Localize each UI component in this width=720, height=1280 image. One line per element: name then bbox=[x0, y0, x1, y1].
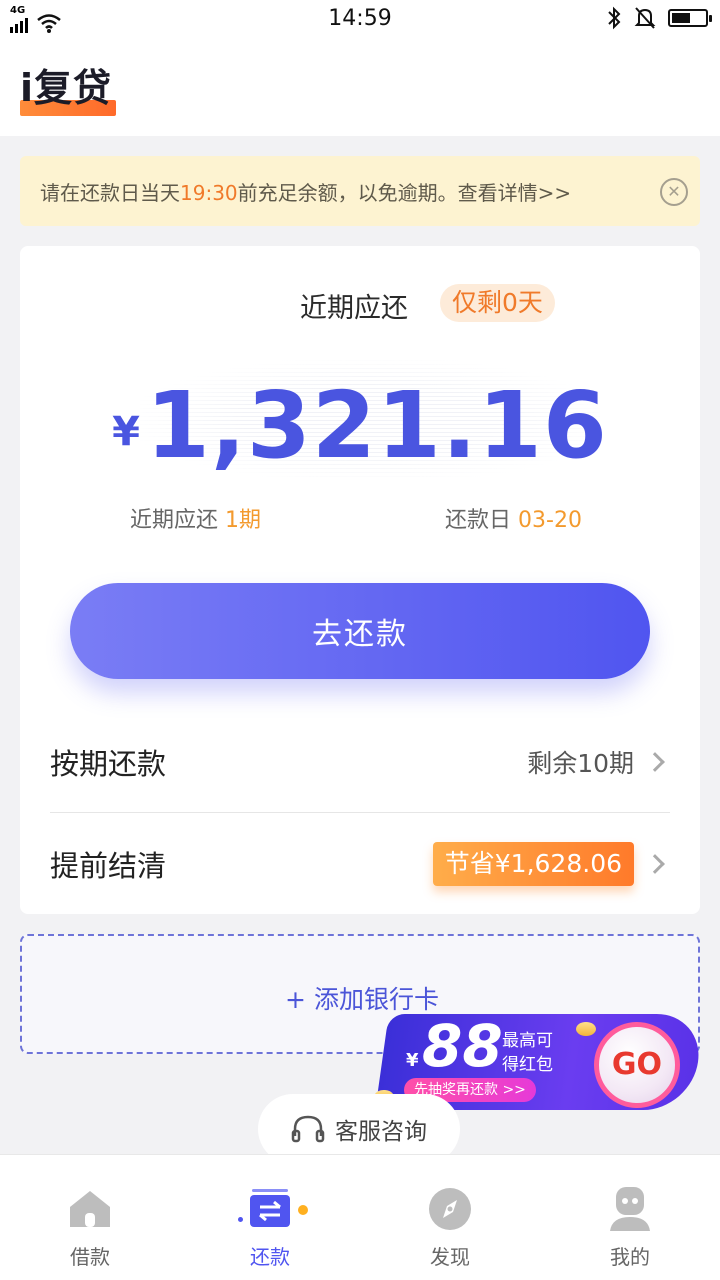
status-right bbox=[606, 6, 712, 30]
promo-line1: 最高可 bbox=[502, 1031, 553, 1051]
due-date-info: 还款日 03-20 bbox=[445, 502, 582, 534]
promo-amount: 88 bbox=[422, 1012, 503, 1080]
logo-text: i复贷 bbox=[20, 66, 113, 110]
chevron-right-icon bbox=[645, 752, 665, 772]
nav-label-mine: 我的 bbox=[610, 1245, 650, 1269]
early-settle-row[interactable]: 提前结清 节省¥1,628.06 bbox=[50, 816, 670, 912]
notice-text-after: 前充足余额，以免逾期。查看详情>> bbox=[237, 180, 572, 205]
nav-item-repay[interactable]: 还款 bbox=[180, 1155, 360, 1280]
pay-now-button[interactable]: 去还款 bbox=[70, 583, 650, 679]
customer-service-label: 客服咨询 bbox=[335, 1119, 427, 1145]
profile-icon bbox=[610, 1187, 650, 1231]
repayment-card: 近期应还 仅剩0天 ¥1,321.16 近期应还 1期 还款日 03-20 去还… bbox=[20, 246, 700, 914]
coin-icon bbox=[576, 1022, 596, 1036]
app-logo: i复贷 bbox=[20, 66, 116, 116]
currency-symbol: ¥ bbox=[112, 409, 140, 455]
due-date-value: 03-20 bbox=[518, 508, 582, 533]
headset-icon bbox=[291, 1115, 325, 1143]
chevron-right-icon bbox=[645, 854, 665, 874]
battery-fill bbox=[672, 13, 690, 23]
early-settle-label: 提前结清 bbox=[50, 849, 167, 883]
repayment-notice[interactable]: 请在还款日当天19:30前充足余额，以免逾期。查看详情>> ✕ bbox=[20, 156, 700, 226]
periods-label: 近期应还 bbox=[130, 508, 219, 533]
nav-item-discover[interactable]: 发现 bbox=[360, 1155, 540, 1280]
installment-right: 剩余10期 bbox=[527, 744, 670, 780]
home-icon bbox=[70, 1191, 110, 1227]
nav-item-loan[interactable]: 借款 bbox=[0, 1155, 180, 1280]
bottom-nav: 借款 还款 发现 我的 bbox=[0, 1154, 720, 1280]
compass-icon bbox=[429, 1188, 471, 1230]
amount-value: 1,321.16 bbox=[145, 372, 608, 479]
notice-text-before: 请在还款日当天 bbox=[40, 180, 180, 205]
due-title: 近期应还 bbox=[300, 293, 408, 324]
dot-icon bbox=[238, 1217, 243, 1222]
savings-badge: 节省¥1,628.06 bbox=[432, 842, 634, 886]
nav-label-loan: 借款 bbox=[70, 1245, 110, 1269]
installment-row[interactable]: 按期还款 剩余10期 bbox=[50, 714, 670, 810]
battery-icon bbox=[668, 9, 712, 27]
notice-text[interactable]: 请在还款日当天19:30前充足余额，以免逾期。查看详情>> bbox=[40, 177, 571, 206]
app-header: i复贷 bbox=[0, 40, 720, 136]
periods-value: 1期 bbox=[225, 508, 262, 533]
promo-currency: ¥ bbox=[406, 1050, 419, 1071]
badge-dot-icon bbox=[298, 1205, 308, 1215]
bluetooth-icon bbox=[608, 6, 621, 30]
early-settle-right: 节省¥1,628.06 bbox=[432, 842, 670, 886]
days-left-badge: 仅剩0天 bbox=[440, 284, 555, 322]
notice-time-highlight: 19:30 bbox=[180, 180, 238, 205]
due-date-label: 还款日 bbox=[445, 508, 512, 533]
close-icon[interactable]: ✕ bbox=[660, 178, 688, 206]
installment-value: 剩余10期 bbox=[527, 749, 634, 778]
go-button[interactable]: GO bbox=[594, 1022, 680, 1108]
periods-info: 近期应还 1期 bbox=[130, 502, 261, 534]
nav-item-mine[interactable]: 我的 bbox=[540, 1155, 720, 1280]
mute-bell-icon bbox=[634, 7, 656, 29]
divider bbox=[50, 812, 670, 813]
nav-label-repay: 还款 bbox=[250, 1245, 290, 1269]
status-bar: 4G 14:59 bbox=[0, 0, 720, 40]
due-amount: ¥1,321.16 bbox=[20, 372, 700, 479]
promo-line2: 得红包 bbox=[502, 1055, 553, 1075]
repay-icon bbox=[250, 1189, 290, 1227]
nav-label-discover: 发现 bbox=[430, 1245, 470, 1269]
installment-label: 按期还款 bbox=[50, 747, 167, 781]
